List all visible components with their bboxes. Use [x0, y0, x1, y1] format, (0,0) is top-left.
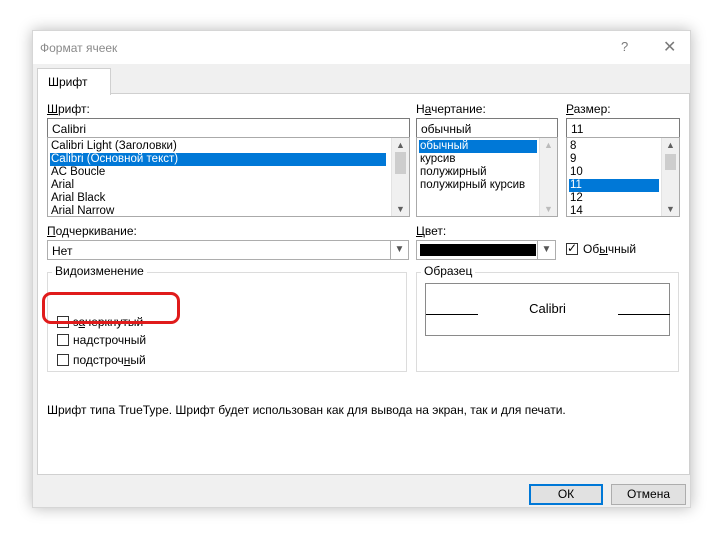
subscript-checkbox[interactable]	[57, 354, 69, 366]
style-input[interactable]: обычный	[416, 118, 558, 138]
font-label: Шрифт:	[47, 102, 90, 116]
list-item[interactable]: полужирный курсив	[419, 179, 525, 192]
scroll-up-icon[interactable]: ▲	[662, 140, 679, 150]
size-input[interactable]: 11	[566, 118, 680, 138]
chevron-down-icon[interactable]: ▼	[390, 241, 408, 259]
style-list[interactable]: обычный курсив полужирный полужирный кур…	[416, 137, 558, 217]
font-input[interactable]: Calibri	[47, 118, 410, 138]
scroll-thumb[interactable]	[395, 152, 406, 174]
list-item[interactable]: 12	[569, 192, 583, 205]
list-item[interactable]: 10	[569, 166, 583, 179]
scroll-up-icon[interactable]: ▲	[392, 140, 409, 150]
chevron-down-icon[interactable]: ▼	[537, 241, 555, 259]
effects-group-title: Видоизменение	[52, 264, 147, 278]
normal-font-label: Обычный	[583, 242, 637, 256]
list-item[interactable]: Arial	[50, 179, 74, 192]
list-item[interactable]: полужирный	[419, 166, 487, 179]
help-button[interactable]: ?	[621, 39, 628, 54]
style-label: Начертание:	[416, 102, 486, 116]
close-icon[interactable]: ✕	[663, 37, 676, 57]
annotation-highlight	[42, 292, 180, 324]
font-list[interactable]: Calibri Light (Заголовки) Calibri (Основ…	[47, 137, 410, 217]
tab-font[interactable]: Шрифт	[37, 68, 111, 95]
list-item[interactable]: курсив	[419, 153, 455, 166]
superscript-checkbox[interactable]	[57, 334, 69, 346]
list-item[interactable]: Calibri Light (Заголовки)	[50, 140, 177, 153]
dialog-title: Формат ячеек	[40, 41, 118, 55]
list-item-selected[interactable]: 11	[569, 179, 659, 192]
list-item[interactable]: Arial Black	[50, 192, 105, 205]
checkmark-icon: ✓	[567, 241, 578, 255]
scroll-down-icon[interactable]: ▼	[392, 204, 409, 214]
list-item[interactable]: 9	[569, 153, 576, 166]
list-item-selected[interactable]: Calibri (Основной текст)	[50, 153, 386, 166]
normal-font-checkbox[interactable]: ✓	[566, 241, 578, 255]
preview-sample-text: Calibri	[529, 301, 566, 316]
font-tab-panel: Шрифт: Calibri Calibri Light (Заголовки)…	[37, 93, 690, 475]
scroll-up-icon[interactable]: ▲	[540, 140, 557, 150]
size-list[interactable]: 8 9 10 11 12 14 ▲ ▼	[566, 137, 680, 217]
font-info-text: Шрифт типа TrueType. Шрифт будет использ…	[47, 403, 566, 417]
subscript-label: подстрочный	[73, 353, 146, 367]
style-list-scrollbar[interactable]: ▲ ▼	[539, 138, 557, 216]
color-label: Цвет:	[416, 224, 447, 238]
underline-label: Подчеркивание:	[47, 224, 137, 238]
preview-group-title: Образец	[421, 264, 476, 278]
tab-font-label: Шрифт	[48, 75, 88, 89]
title-bar: Формат ячеек ? ✕	[33, 31, 690, 64]
color-select[interactable]: ▼	[416, 240, 556, 260]
list-item[interactable]: 8	[569, 140, 576, 153]
list-item[interactable]: Arial Narrow	[50, 205, 114, 216]
preview-box: Calibri	[425, 283, 670, 336]
size-label: Размер:	[566, 102, 611, 116]
font-list-scrollbar[interactable]: ▲ ▼	[391, 138, 409, 216]
scroll-down-icon[interactable]: ▼	[540, 204, 557, 214]
cancel-button[interactable]: Отмена	[611, 484, 686, 505]
underline-value: Нет	[52, 244, 73, 258]
format-cells-dialog: Формат ячеек ? ✕ Шрифт Шрифт: Calibri Ca…	[32, 30, 691, 508]
scroll-thumb[interactable]	[665, 154, 676, 170]
list-item[interactable]: 14	[569, 205, 583, 216]
size-list-scrollbar[interactable]: ▲ ▼	[661, 138, 679, 216]
superscript-label: надстрочный	[73, 333, 147, 347]
scroll-down-icon[interactable]: ▼	[662, 204, 679, 214]
underline-select[interactable]: Нет ▼	[47, 240, 409, 260]
ok-button[interactable]: ОК	[529, 484, 603, 505]
list-item[interactable]: AC Boucle	[50, 166, 105, 179]
color-swatch	[420, 244, 536, 256]
list-item-selected[interactable]: обычный	[419, 140, 537, 153]
